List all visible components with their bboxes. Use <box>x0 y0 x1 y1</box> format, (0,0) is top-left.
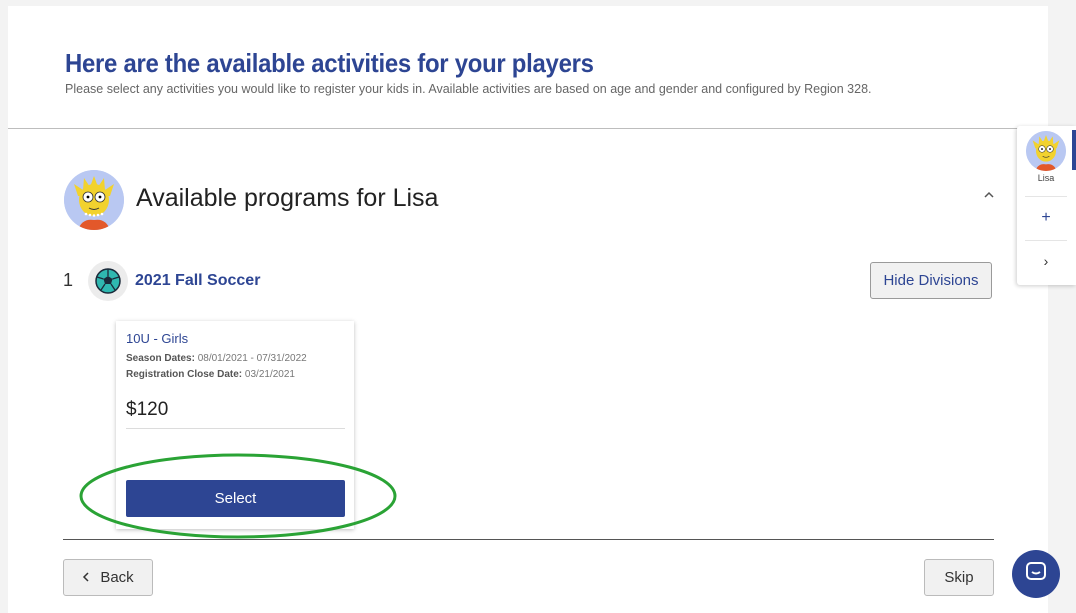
program-number: 1 <box>63 270 74 290</box>
registration-close-date: Registration Close Date: 03/21/2021 <box>126 369 295 380</box>
main-panel: Here are the available activities for yo… <box>8 6 1048 613</box>
registration-close-label: Registration Close Date: <box>126 369 243 380</box>
season-dates-value: 08/01/2021 - 07/31/2022 <box>197 353 307 364</box>
skip-button[interactable]: Skip <box>924 559 994 596</box>
rail-divider <box>1025 196 1067 197</box>
division-price: $120 <box>126 399 169 420</box>
back-button[interactable]: Back <box>63 559 153 596</box>
header-divider <box>8 128 1048 129</box>
rail-divider <box>1025 240 1067 241</box>
next-arrow-button[interactable]: › <box>1017 250 1075 272</box>
select-button[interactable]: Select <box>126 480 345 517</box>
lisa-avatar-icon <box>64 170 124 230</box>
chevron-left-icon <box>82 569 90 586</box>
page-subtitle: Please select any activities you would l… <box>65 82 872 96</box>
program-name-link[interactable]: 2021 Fall Soccer <box>135 272 260 290</box>
lisa-avatar-icon[interactable] <box>1026 131 1066 171</box>
add-player-button[interactable]: + <box>1017 206 1075 230</box>
hide-divisions-button[interactable]: Hide Divisions <box>870 262 992 299</box>
registration-close-value: 03/21/2021 <box>244 369 295 380</box>
footer-divider <box>63 539 994 540</box>
season-dates: Season Dates: 08/01/2021 - 07/31/2022 <box>126 353 307 364</box>
division-card: 10U - Girls Season Dates: 08/01/2021 - 0… <box>116 321 354 529</box>
rail-active-indicator <box>1072 130 1076 170</box>
chevron-up-icon[interactable] <box>982 189 996 203</box>
rail-player-name: Lisa <box>1037 173 1055 183</box>
soccer-ball-icon <box>88 261 128 301</box>
player-programs-heading: Available programs for Lisa <box>136 184 439 212</box>
player-side-rail: Lisa + › <box>1017 126 1076 285</box>
page-title: Here are the available activities for yo… <box>65 48 594 78</box>
chat-button[interactable] <box>1012 550 1060 598</box>
chat-icon <box>1024 560 1048 589</box>
card-divider <box>126 428 345 429</box>
division-title: 10U - Girls <box>126 331 189 346</box>
season-dates-label: Season Dates: <box>126 353 195 364</box>
back-button-label: Back <box>100 569 134 586</box>
